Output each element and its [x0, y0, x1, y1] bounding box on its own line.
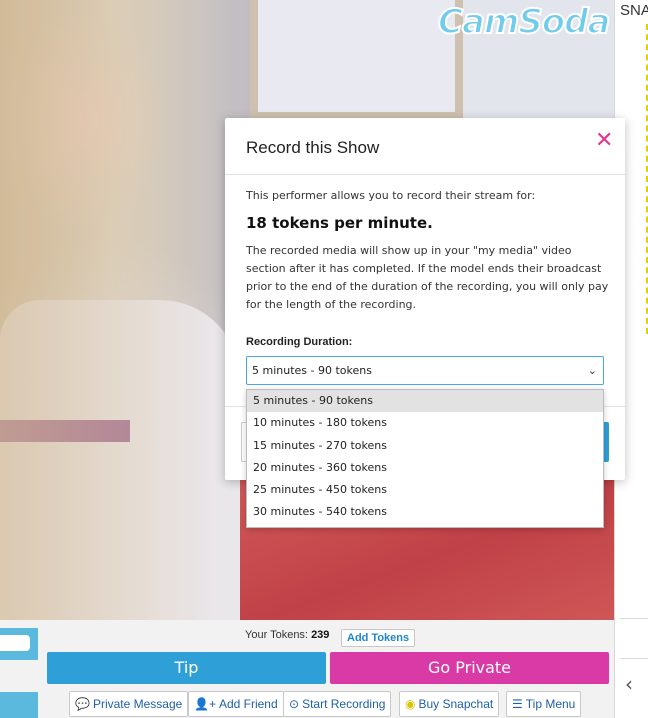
go-private-button[interactable]: Go Private: [330, 652, 609, 684]
duration-selected-value: 5 minutes - 90 tokens: [252, 364, 372, 377]
chevron-left-icon[interactable]: ‹: [625, 672, 633, 696]
tip-menu-button[interactable]: ☰ Tip Menu: [506, 691, 582, 717]
duration-option[interactable]: 25 minutes - 450 tokens: [247, 479, 603, 501]
price-per-minute: 18 tokens per minute.: [246, 214, 433, 232]
duration-option[interactable]: 5 minutes - 90 tokens: [247, 390, 603, 413]
modal-description: The recorded media will show up in your …: [246, 244, 609, 311]
chat-icon: 💬: [75, 697, 90, 711]
duration-option[interactable]: 15 minutes - 270 tokens: [247, 435, 603, 457]
token-balance-label: Your Tokens:: [245, 629, 308, 641]
modal-intro-text: This performer allows you to record thei…: [246, 189, 536, 202]
buy-snapchat-button[interactable]: ◉ Buy Snapchat: [399, 691, 500, 717]
list-icon: ☰: [512, 697, 523, 711]
recorder-icon: ⊙: [289, 697, 300, 711]
left-panel-widget-bottom[interactable]: [0, 692, 38, 718]
sidebar-divider: [620, 618, 648, 619]
token-balance: Your Tokens: 239: [245, 629, 329, 641]
duration-option[interactable]: 30 minutes - 540 tokens: [247, 501, 603, 523]
tip-menu-label: Tip Menu: [525, 697, 576, 711]
buy-snapchat-label: Buy Snapchat: [418, 697, 494, 711]
chevron-down-icon: ⌄: [587, 364, 597, 377]
private-message-button[interactable]: 💬 Private Message: [69, 691, 189, 717]
duration-option[interactable]: 20 minutes - 360 tokens: [247, 457, 603, 479]
add-friend-label: Add Friend: [218, 697, 278, 711]
left-panel-input[interactable]: [0, 635, 30, 651]
recording-duration-select[interactable]: 5 minutes - 90 tokens ⌄: [246, 356, 604, 385]
duration-option[interactable]: 10 minutes - 180 tokens: [247, 412, 603, 434]
recording-duration-label: Recording Duration:: [246, 336, 353, 348]
modal-divider: [225, 174, 625, 175]
token-balance-value: 239: [311, 629, 330, 641]
tip-button[interactable]: Tip: [47, 652, 326, 684]
snapchat-icon: ◉: [405, 697, 416, 711]
add-friend-button[interactable]: 👤+ Add Friend: [188, 691, 284, 717]
sidebar-tab-label[interactable]: SNA: [620, 2, 648, 19]
start-recording-label: Start Recording: [302, 697, 386, 711]
sidebar-divider: [620, 658, 648, 659]
add-tokens-button[interactable]: Add Tokens: [341, 629, 416, 647]
duration-options-list: 5 minutes - 90 tokens 10 minutes - 180 t…: [246, 389, 604, 528]
start-recording-button[interactable]: ⊙ Start Recording: [283, 691, 392, 717]
private-message-label: Private Message: [92, 697, 183, 711]
user-plus-icon: 👤+: [194, 697, 216, 711]
close-icon[interactable]: ✕: [595, 128, 613, 153]
modal-title: Record this Show: [246, 138, 380, 157]
